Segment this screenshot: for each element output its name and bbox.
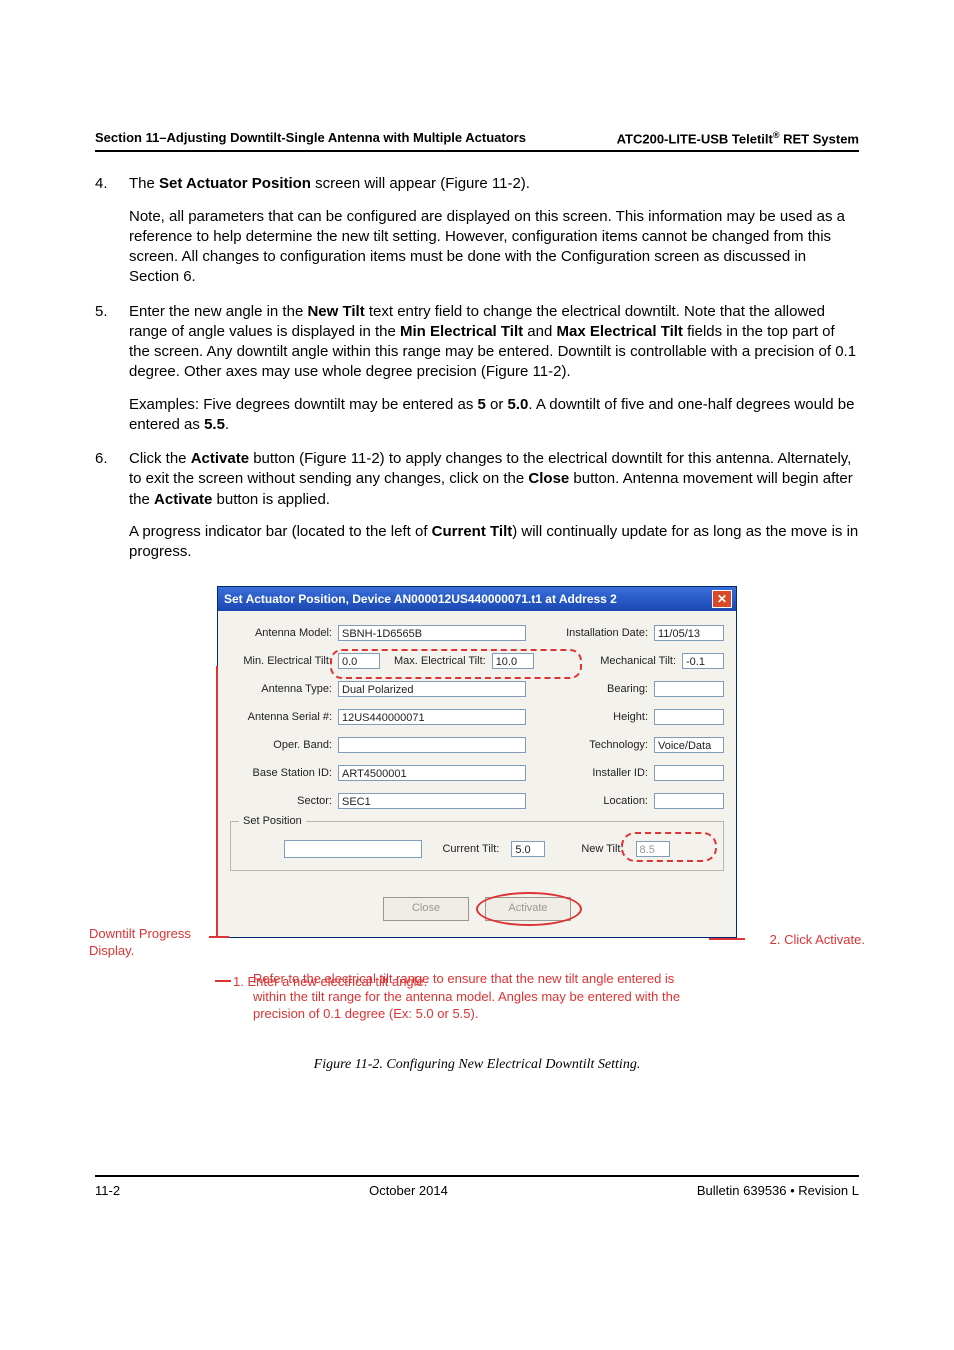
text-bold: New Tilt bbox=[307, 303, 364, 320]
text: Enter the new angle in the bbox=[129, 303, 307, 320]
label-mech-tilt: Mechanical Tilt: bbox=[578, 655, 682, 667]
text-bold: Set Actuator Position bbox=[159, 175, 311, 192]
header-right-prefix: ATC200-LITE-USB Teletilt bbox=[617, 131, 773, 146]
label-current-tilt: Current Tilt: bbox=[442, 843, 505, 855]
installer-field bbox=[654, 765, 724, 781]
label-oper-band: Oper. Band: bbox=[230, 739, 338, 751]
label-antenna-type: Antenna Type: bbox=[230, 683, 338, 695]
footer-bulletin: Bulletin 639536 • Revision L bbox=[697, 1183, 859, 1198]
header-right-suffix: RET System bbox=[780, 131, 859, 146]
new-tilt-input[interactable]: 8.5 bbox=[636, 841, 670, 857]
height-field bbox=[654, 709, 724, 725]
label-sector: Sector: bbox=[230, 795, 338, 807]
text: or bbox=[486, 396, 508, 413]
base-station-field: ART4500001 bbox=[338, 765, 526, 781]
text: Examples: Five degrees downtilt may be e… bbox=[129, 396, 478, 413]
text: button is applied. bbox=[212, 491, 330, 508]
mech-tilt-field: -0.1 bbox=[682, 653, 724, 669]
text-bold: Current Tilt bbox=[432, 523, 513, 540]
bearing-field bbox=[654, 681, 724, 697]
close-icon[interactable]: ✕ bbox=[712, 590, 732, 608]
label-location: Location: bbox=[550, 795, 654, 807]
location-field bbox=[654, 793, 724, 809]
dialog-title: Set Actuator Position, Device AN000012US… bbox=[224, 592, 617, 606]
text: screen will appear (Figure 11-2). bbox=[311, 175, 530, 192]
text-bold: Activate bbox=[154, 491, 212, 508]
label-new-tilt: New Tilt: bbox=[581, 843, 629, 855]
antenna-type-field: Dual Polarized bbox=[338, 681, 526, 697]
min-tilt-field: 0.0 bbox=[338, 653, 380, 669]
max-tilt-field: 10.0 bbox=[492, 653, 534, 669]
footer-date: October 2014 bbox=[369, 1183, 448, 1198]
step-4: The Set Actuator Position screen will ap… bbox=[95, 174, 859, 287]
callout-activate: 2. Click Activate. bbox=[770, 932, 865, 947]
progress-bar bbox=[284, 840, 422, 858]
set-position-legend: Set Position bbox=[239, 815, 306, 827]
text: . bbox=[225, 416, 229, 433]
label-technology: Technology: bbox=[550, 739, 654, 751]
label-max-tilt: Max. Electrical Tilt: bbox=[394, 655, 492, 667]
text-bold: 5.5 bbox=[204, 416, 225, 433]
text-bold: 5.0 bbox=[508, 396, 529, 413]
label-antenna-model: Antenna Model: bbox=[230, 627, 338, 639]
sector-field: SEC1 bbox=[338, 793, 526, 809]
text-bold: Activate bbox=[191, 450, 249, 467]
close-button[interactable]: Close bbox=[383, 897, 469, 921]
text: Note, all parameters that can be configu… bbox=[129, 207, 859, 288]
text: Click the bbox=[129, 450, 191, 467]
label-min-tilt: Min. Electrical Tilt: bbox=[230, 655, 338, 667]
callout-progress: Downtilt Progress Display. bbox=[89, 926, 211, 959]
set-actuator-position-dialog: Set Actuator Position, Device AN000012US… bbox=[217, 586, 737, 938]
label-bearing: Bearing: bbox=[550, 683, 654, 695]
dialog-titlebar: Set Actuator Position, Device AN000012US… bbox=[218, 587, 736, 611]
antenna-model-field: SBNH-1D6565B bbox=[338, 625, 526, 641]
label-antenna-serial: Antenna Serial #: bbox=[230, 711, 338, 723]
text-bold: Max Electrical Tilt bbox=[556, 323, 682, 340]
footer-page: 11-2 bbox=[95, 1183, 120, 1198]
page-header: Section 11–Adjusting Downtilt-Single Ant… bbox=[95, 130, 859, 152]
figure-caption: Figure 11-2. Configuring New Electrical … bbox=[217, 1057, 737, 1073]
page-footer: 11-2 October 2014 Bulletin 639536 • Revi… bbox=[0, 1177, 954, 1238]
figure-11-2: Set Actuator Position, Device AN000012US… bbox=[217, 586, 737, 1073]
text: and bbox=[523, 323, 556, 340]
installation-date-field: 11/05/13 bbox=[654, 625, 724, 641]
antenna-serial-field: 12US440000071 bbox=[338, 709, 526, 725]
set-position-group: Set Position Current Tilt: 5.0 New Tilt:… bbox=[230, 821, 724, 871]
current-tilt-field: 5.0 bbox=[511, 841, 545, 857]
step-5: Enter the new angle in the New Tilt text… bbox=[95, 302, 859, 436]
callout-step1: 1. Enter a new electrical tilt angle. bbox=[233, 974, 427, 989]
activate-button[interactable]: Activate bbox=[485, 897, 571, 921]
step-6: Click the Activate button (Figure 11-2) … bbox=[95, 449, 859, 562]
callout-connector bbox=[709, 938, 745, 940]
text-bold: Min Electrical Tilt bbox=[400, 323, 523, 340]
label-installer: Installer ID: bbox=[550, 767, 654, 779]
dialog-button-row: Close Activate bbox=[230, 897, 724, 921]
label-base-station: Base Station ID: bbox=[230, 767, 338, 779]
instruction-list: The Set Actuator Position screen will ap… bbox=[95, 174, 859, 562]
text-bold: 5 bbox=[478, 396, 486, 413]
text-bold: Close bbox=[528, 470, 569, 487]
registered-mark: ® bbox=[773, 130, 780, 140]
callout-connector bbox=[209, 936, 229, 938]
label-height: Height: bbox=[550, 711, 654, 723]
header-left: Section 11–Adjusting Downtilt-Single Ant… bbox=[95, 130, 526, 146]
label-installation-date: Installation Date: bbox=[550, 627, 654, 639]
oper-band-field bbox=[338, 737, 526, 753]
callout-connector bbox=[216, 666, 218, 938]
text: A progress indicator bar (located to the… bbox=[129, 523, 432, 540]
header-right: ATC200-LITE-USB Teletilt® RET System bbox=[617, 130, 859, 146]
text: The bbox=[129, 175, 159, 192]
technology-field: Voice/Data bbox=[654, 737, 724, 753]
callout-connector bbox=[215, 980, 231, 982]
